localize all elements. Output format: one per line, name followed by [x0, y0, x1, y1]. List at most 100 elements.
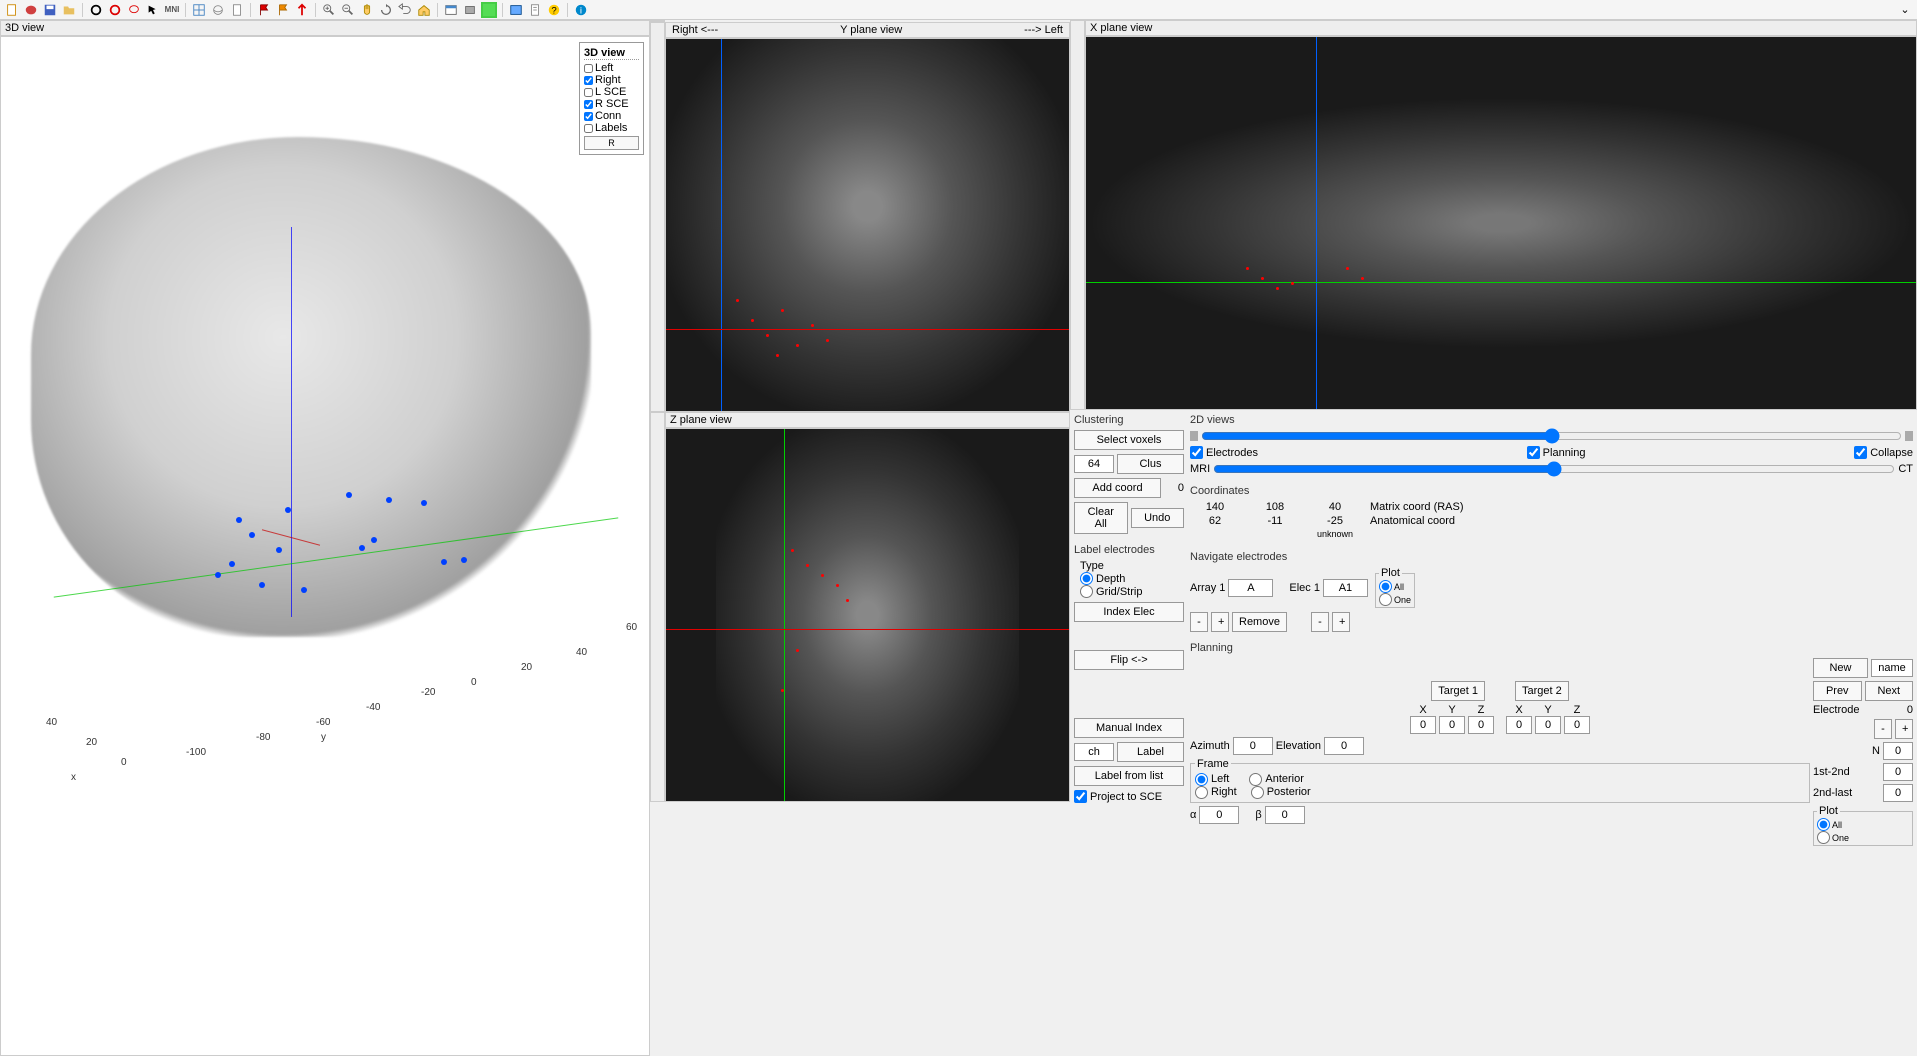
- azimuth-input[interactable]: [1233, 737, 1273, 755]
- type-grid-radio[interactable]: Grid/Strip: [1080, 585, 1184, 598]
- t1-y-input[interactable]: [1439, 716, 1465, 734]
- mni-icon[interactable]: MNI: [164, 2, 180, 18]
- plot-all-radio[interactable]: All: [1379, 580, 1411, 593]
- flag-red-icon[interactable]: [256, 2, 272, 18]
- flag-up-icon[interactable]: [294, 2, 310, 18]
- rotate3d-icon[interactable]: [210, 2, 226, 18]
- legend-item-left[interactable]: Left: [584, 62, 639, 74]
- y-scrollbar[interactable]: [650, 22, 665, 412]
- folder-icon[interactable]: [61, 2, 77, 18]
- plot-one-radio[interactable]: One: [1379, 593, 1411, 606]
- alpha-input[interactable]: [1199, 806, 1239, 824]
- x-scrollbar[interactable]: [1070, 20, 1085, 410]
- hand-icon[interactable]: [359, 2, 375, 18]
- t1-x-input[interactable]: [1410, 716, 1436, 734]
- remove-button[interactable]: Remove: [1232, 612, 1287, 632]
- elec-plus-button[interactable]: +: [1895, 719, 1913, 739]
- slider-handle[interactable]: [1905, 431, 1913, 441]
- type-depth-radio[interactable]: Depth: [1080, 572, 1184, 585]
- opacity-slider[interactable]: [1201, 430, 1902, 442]
- elec-minus-button[interactable]: -: [1311, 612, 1329, 632]
- target1-button[interactable]: Target 1: [1431, 681, 1485, 701]
- grab-icon[interactable]: [88, 2, 104, 18]
- array-minus-button[interactable]: -: [1190, 612, 1208, 632]
- frame-left-radio[interactable]: Left: [1195, 773, 1229, 786]
- page-icon[interactable]: [229, 2, 245, 18]
- label-button[interactable]: Label: [1117, 742, 1184, 762]
- index-elec-button[interactable]: Index Elec: [1074, 602, 1184, 622]
- zoom-out-icon[interactable]: [340, 2, 356, 18]
- elec-plus-button[interactable]: +: [1332, 612, 1350, 632]
- flip-button[interactable]: Flip <->: [1074, 650, 1184, 670]
- manual-index-button[interactable]: Manual Index: [1074, 718, 1184, 738]
- doc2-icon[interactable]: [527, 2, 543, 18]
- elec-minus-button[interactable]: -: [1874, 719, 1892, 739]
- project-sce-checkbox[interactable]: Project to SCE: [1074, 790, 1184, 803]
- menu-icon[interactable]: ⌄: [1897, 2, 1913, 18]
- select-voxels-button[interactable]: Select voxels: [1074, 430, 1184, 450]
- yview-canvas[interactable]: [665, 38, 1070, 412]
- planning-checkbox[interactable]: Planning: [1527, 446, 1586, 459]
- legend-item-labels[interactable]: Labels: [584, 122, 639, 134]
- legend-item-rsce[interactable]: R SCE: [584, 98, 639, 110]
- legend-r-button[interactable]: R: [584, 136, 639, 150]
- ch-input[interactable]: [1074, 743, 1114, 761]
- t1-z-input[interactable]: [1468, 716, 1494, 734]
- add-coord-button[interactable]: Add coord: [1074, 478, 1161, 498]
- frame-posterior-radio[interactable]: Posterior: [1251, 786, 1311, 799]
- legend-item-right[interactable]: Right: [584, 74, 639, 86]
- blue-box-icon[interactable]: [508, 2, 524, 18]
- plan-plot-all-radio[interactable]: All: [1817, 818, 1909, 831]
- new-button[interactable]: New: [1813, 658, 1868, 678]
- collapse-checkbox[interactable]: Collapse: [1854, 446, 1913, 459]
- t2-y-input[interactable]: [1535, 716, 1561, 734]
- clus-button[interactable]: Clus: [1117, 454, 1184, 474]
- info-icon[interactable]: i: [573, 2, 589, 18]
- rotate-icon[interactable]: [378, 2, 394, 18]
- d12-input[interactable]: [1883, 763, 1913, 781]
- rect-icon[interactable]: [462, 2, 478, 18]
- z-scrollbar[interactable]: [650, 412, 665, 802]
- view3d-canvas[interactable]: -100 -80 -60 -40 -20 0 20 40 60 y 0 20 4…: [0, 36, 650, 1056]
- t2-z-input[interactable]: [1564, 716, 1590, 734]
- clear-all-button[interactable]: Clear All: [1074, 502, 1128, 534]
- elevation-input[interactable]: [1324, 737, 1364, 755]
- undo-view-icon[interactable]: [397, 2, 413, 18]
- undo-button[interactable]: Undo: [1131, 508, 1185, 528]
- mri-ct-slider[interactable]: [1213, 463, 1895, 475]
- target2-button[interactable]: Target 2: [1515, 681, 1569, 701]
- frame-right-radio[interactable]: Right: [1195, 786, 1237, 799]
- electrodes-checkbox[interactable]: Electrodes: [1190, 446, 1258, 459]
- arrow-icon[interactable]: [145, 2, 161, 18]
- n-input[interactable]: [1883, 742, 1913, 760]
- brain-icon[interactable]: [23, 2, 39, 18]
- t2-x-input[interactable]: [1506, 716, 1532, 734]
- label-from-list-button[interactable]: Label from list: [1074, 766, 1184, 786]
- green-box-icon[interactable]: [481, 2, 497, 18]
- array-name-input[interactable]: [1228, 579, 1273, 597]
- lasso-icon[interactable]: [126, 2, 142, 18]
- grid-icon[interactable]: [191, 2, 207, 18]
- legend-item-conn[interactable]: Conn: [584, 110, 639, 122]
- slider-handle[interactable]: [1190, 431, 1198, 441]
- window-icon[interactable]: [443, 2, 459, 18]
- beta-input[interactable]: [1265, 806, 1305, 824]
- xview-canvas[interactable]: [1085, 36, 1917, 410]
- cluster-value-input[interactable]: [1074, 455, 1114, 473]
- home-icon[interactable]: [416, 2, 432, 18]
- next-button[interactable]: Next: [1865, 681, 1914, 701]
- zview-canvas[interactable]: [665, 428, 1070, 802]
- name-input[interactable]: [1871, 659, 1913, 677]
- prev-button[interactable]: Prev: [1813, 681, 1862, 701]
- save-icon[interactable]: [42, 2, 58, 18]
- help-icon[interactable]: ?: [546, 2, 562, 18]
- array-plus-button[interactable]: +: [1211, 612, 1229, 632]
- legend-item-lsce[interactable]: L SCE: [584, 86, 639, 98]
- grab-red-icon[interactable]: [107, 2, 123, 18]
- flag-orange-icon[interactable]: [275, 2, 291, 18]
- zoom-in-icon[interactable]: [321, 2, 337, 18]
- elec-name-input[interactable]: [1323, 579, 1368, 597]
- d2l-input[interactable]: [1883, 784, 1913, 802]
- plan-plot-one-radio[interactable]: One: [1817, 831, 1909, 844]
- new-file-icon[interactable]: [4, 2, 20, 18]
